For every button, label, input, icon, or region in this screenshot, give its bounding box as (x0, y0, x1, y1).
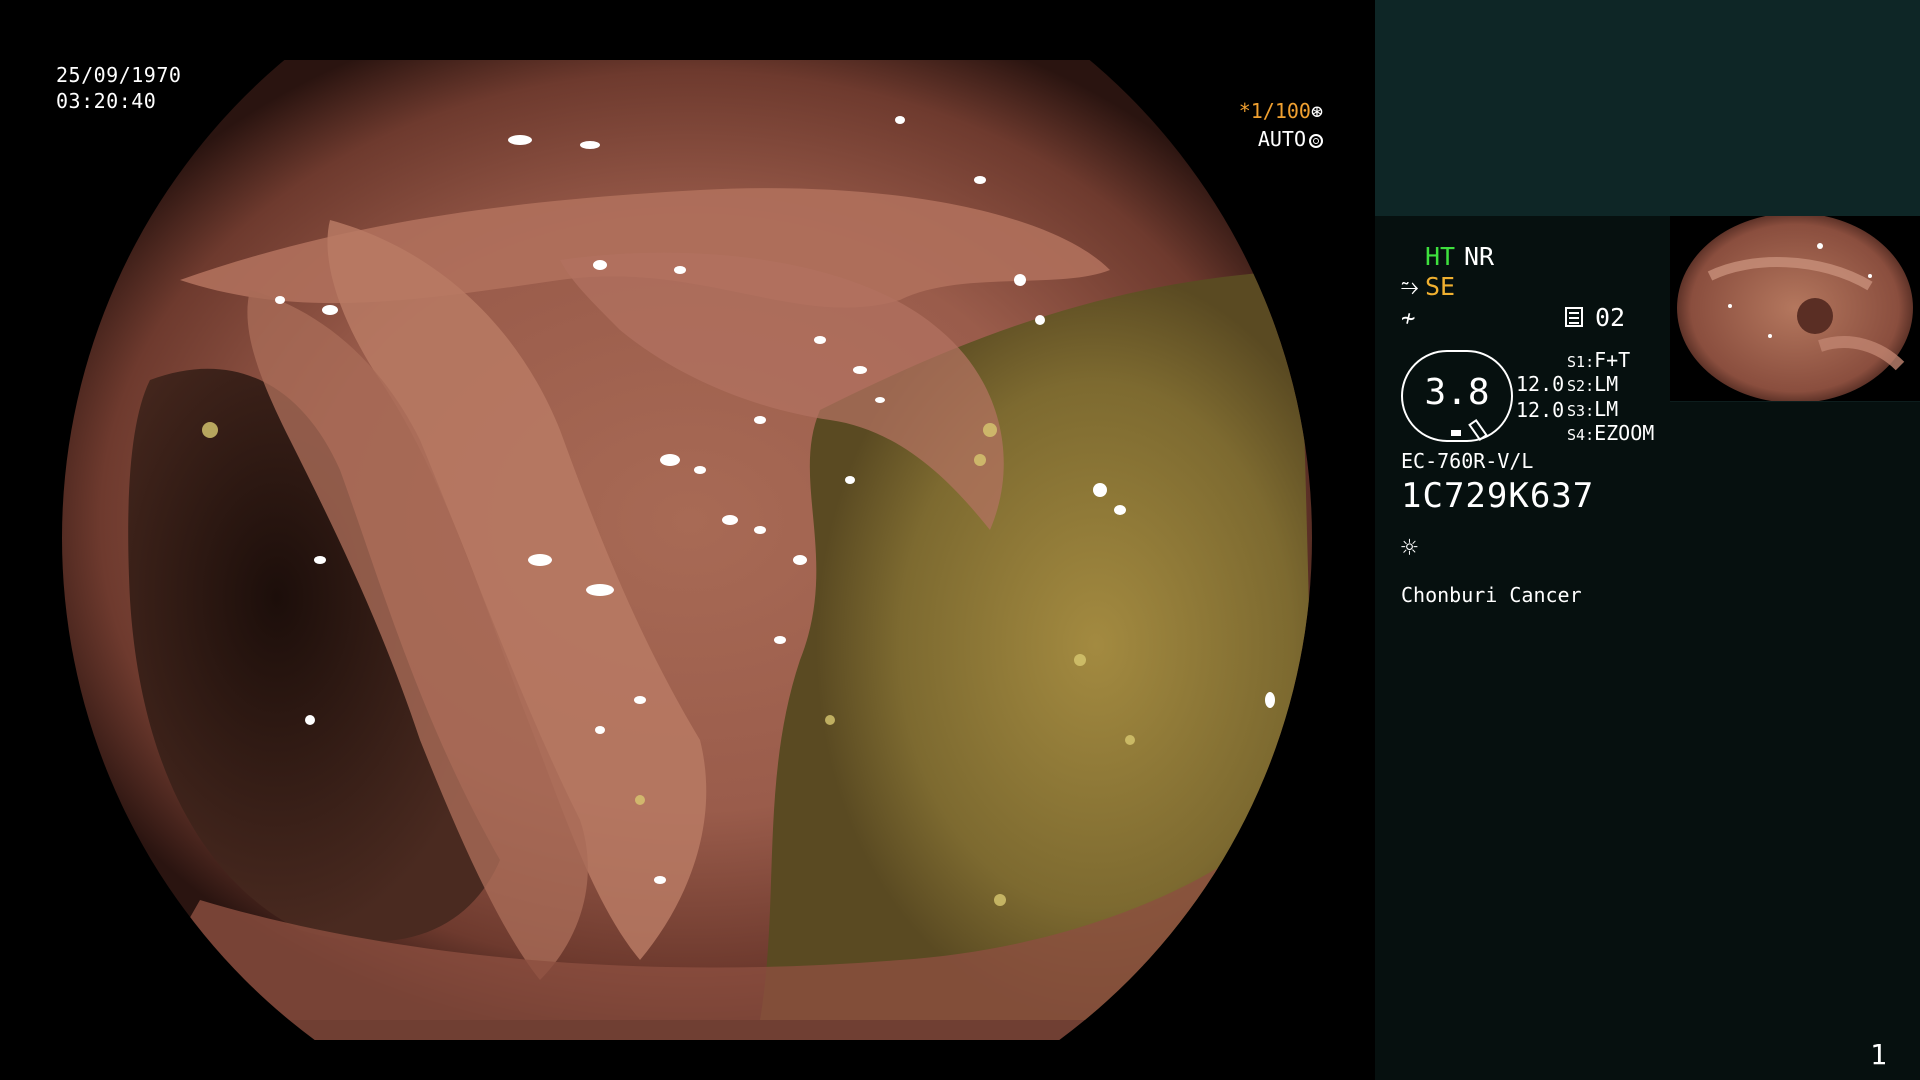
switch-value: EZOOM (1594, 421, 1655, 445)
shutter-value: 1/100 (1250, 99, 1311, 123)
switch-key: S4 (1567, 426, 1586, 444)
thumbnail-image (1677, 216, 1913, 402)
se-indicator: SE (1425, 272, 1456, 301)
panel-header-block (1375, 0, 1920, 216)
sun-icon: ☼ (1401, 531, 1418, 564)
site-name: Chonburi Cancer (1401, 583, 1582, 607)
date: 25/09/1970 (56, 63, 182, 87)
exposure-mode: AUTO (1258, 126, 1323, 152)
ring-icon (1309, 134, 1323, 148)
exposure-mode-label: AUTO (1257, 127, 1306, 151)
nr-indicator: NR (1464, 242, 1495, 271)
capture-thumbnail[interactable] (1670, 216, 1920, 402)
value-1: 12.0 (1516, 372, 1565, 396)
time: 03:20:40 (56, 89, 157, 113)
gauge-marker (1451, 430, 1461, 436)
memory-card-icon (1565, 307, 1583, 327)
datetime: 25/09/1970 03:20:40 (56, 62, 181, 114)
switch-value: F+T (1594, 348, 1631, 372)
switch-s1: S1:F+T (1567, 348, 1631, 372)
switch-s3: S3:LM (1567, 397, 1619, 421)
memory-value: 02 (1595, 303, 1626, 332)
endoscopic-image (62, 60, 1312, 1040)
thumbnail-bar (1670, 401, 1920, 402)
switch-s4: S4:EZOOM (1567, 421, 1655, 445)
info-panel: HT NR ⥲ SE ≁ 02 3.8 12.0 12.0 S1:F+T S2:… (1375, 0, 1920, 1080)
aperture-icon: ⊛ (1310, 99, 1323, 123)
gauge-value: 3.8 (1424, 372, 1490, 413)
value-2: 12.0 (1516, 398, 1565, 422)
switch-key: S3 (1567, 402, 1586, 420)
scope-model: EC-760R-V/L (1401, 449, 1534, 473)
switch-value: LM (1594, 397, 1619, 421)
switch-key: S2 (1567, 377, 1586, 395)
switch-key: S1 (1567, 353, 1586, 371)
page-number: 1 (1870, 1038, 1887, 1071)
endoscope-view: 25/09/1970 03:20:40 *1/100⊛ AUTO (0, 0, 1375, 1080)
scope-serial: 1C729K637 (1401, 476, 1595, 516)
modulation-icon: ≁ (1401, 304, 1416, 332)
se-scope-icon: ⥲ (1401, 275, 1419, 300)
switch-s2: S2:LM (1567, 372, 1619, 396)
ht-indicator: HT (1425, 242, 1456, 271)
switch-value: LM (1594, 372, 1619, 396)
shutter-readout: *1/100⊛ (1239, 98, 1323, 124)
shutter-prefix: * (1238, 99, 1251, 123)
